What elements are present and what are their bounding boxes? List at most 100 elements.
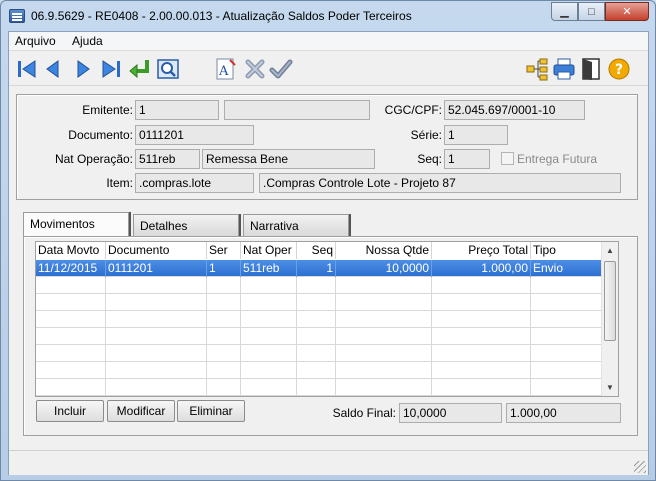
table-cell[interactable]	[531, 311, 603, 328]
cgc-field[interactable]: 52.045.697/0001-10	[444, 100, 585, 120]
seq-field[interactable]: 1	[444, 149, 490, 169]
minimize-button[interactable]: ▁	[551, 2, 578, 21]
table-cell[interactable]	[36, 277, 106, 294]
table-cell[interactable]	[297, 362, 336, 379]
table-cell[interactable]: 0111201	[106, 260, 207, 277]
table-cell[interactable]	[336, 345, 432, 362]
col-header-nat-oper[interactable]: Nat Oper	[241, 242, 297, 259]
table-cell[interactable]	[36, 362, 106, 379]
tree-icon[interactable]	[525, 57, 549, 81]
title-bar[interactable]: 06.9.5629 - RE0408 - 2.00.00.013 - Atual…	[1, 1, 655, 31]
table-cell[interactable]	[207, 379, 241, 396]
incluir-button[interactable]: Incluir	[36, 400, 104, 422]
table-cell[interactable]	[531, 345, 603, 362]
table-cell[interactable]	[36, 379, 106, 396]
col-header-documento[interactable]: Documento	[106, 242, 207, 259]
table-cell[interactable]	[207, 328, 241, 345]
cancel-icon[interactable]	[243, 57, 267, 81]
table-cell[interactable]	[241, 345, 297, 362]
scroll-down-icon[interactable]: ▼	[602, 379, 618, 396]
table-cell[interactable]	[531, 328, 603, 345]
table-cell[interactable]	[207, 362, 241, 379]
table-cell[interactable]	[36, 328, 106, 345]
tab-detalhes[interactable]: Detalhes	[133, 214, 239, 236]
table-cell[interactable]	[241, 379, 297, 396]
table-cell[interactable]	[336, 311, 432, 328]
nat-operacao-field[interactable]: 511reb	[135, 149, 200, 169]
saldo-total-field[interactable]: 1.000,00	[506, 403, 621, 423]
table-cell[interactable]	[36, 311, 106, 328]
table-cell[interactable]	[531, 379, 603, 396]
emitente-field[interactable]: 1	[135, 100, 219, 120]
eliminar-button[interactable]: Eliminar	[177, 400, 245, 422]
table-cell[interactable]	[297, 277, 336, 294]
grid-scrollbar[interactable]: ▲ ▼	[601, 242, 618, 396]
prev-record-icon[interactable]	[41, 57, 65, 81]
table-cell[interactable]	[297, 345, 336, 362]
table-cell[interactable]	[207, 277, 241, 294]
table-cell[interactable]	[432, 294, 531, 311]
maximize-button[interactable]: □	[578, 2, 605, 21]
print-icon[interactable]	[552, 57, 576, 81]
table-cell[interactable]: 1	[297, 260, 336, 277]
table-cell[interactable]: 11/12/2015	[36, 260, 106, 277]
table-cell[interactable]	[297, 311, 336, 328]
table-cell[interactable]	[432, 328, 531, 345]
last-record-icon[interactable]	[99, 57, 123, 81]
saldo-qtde-field[interactable]: 10,0000	[399, 403, 502, 423]
table-cell[interactable]	[432, 311, 531, 328]
table-cell[interactable]	[241, 277, 297, 294]
table-cell[interactable]	[336, 294, 432, 311]
return-icon[interactable]	[127, 57, 151, 81]
table-cell[interactable]	[336, 379, 432, 396]
table-cell[interactable]: 10,0000	[336, 260, 432, 277]
table-row[interactable]	[36, 328, 603, 345]
col-header-preco-total[interactable]: Preço Total	[432, 242, 531, 259]
table-cell[interactable]	[241, 294, 297, 311]
table-cell[interactable]	[432, 345, 531, 362]
table-cell[interactable]	[432, 379, 531, 396]
confirm-icon[interactable]	[269, 57, 293, 81]
scroll-up-icon[interactable]: ▲	[602, 242, 618, 259]
close-button[interactable]: ✕	[605, 2, 649, 21]
tab-movimentos[interactable]: Movimentos	[23, 212, 129, 236]
table-cell[interactable]	[106, 379, 207, 396]
col-header-seq[interactable]: Seq	[297, 242, 336, 259]
first-record-icon[interactable]	[15, 57, 39, 81]
table-row[interactable]	[36, 294, 603, 311]
table-cell[interactable]	[106, 277, 207, 294]
table-cell[interactable]	[336, 277, 432, 294]
table-cell[interactable]	[241, 328, 297, 345]
col-header-tipo[interactable]: Tipo	[531, 242, 603, 259]
table-row[interactable]: 11/12/2015 0111201 1 511reb 1 10,0000 1.000,00…	[36, 260, 603, 277]
table-cell[interactable]	[336, 362, 432, 379]
serie-field[interactable]: 1	[444, 125, 508, 145]
table-cell[interactable]: 1	[207, 260, 241, 277]
table-cell[interactable]	[297, 294, 336, 311]
table-cell[interactable]	[36, 294, 106, 311]
table-cell[interactable]	[106, 362, 207, 379]
movimentos-grid[interactable]: Data Movto Documento Ser Nat Oper Seq No…	[35, 241, 619, 397]
col-header-ser[interactable]: Ser	[207, 242, 241, 259]
table-cell[interactable]: 511reb	[241, 260, 297, 277]
table-row[interactable]	[36, 379, 603, 396]
table-cell[interactable]	[106, 328, 207, 345]
modificar-button[interactable]: Modificar	[107, 400, 175, 422]
table-row[interactable]	[36, 345, 603, 362]
table-cell[interactable]	[336, 328, 432, 345]
help-icon[interactable]: ?	[607, 57, 631, 81]
tab-narrativa[interactable]: Narrativa	[243, 214, 349, 236]
item-field[interactable]: .compras.lote	[135, 173, 254, 193]
zoom-icon[interactable]	[156, 57, 180, 81]
menu-ajuda[interactable]: Ajuda	[72, 34, 103, 48]
table-cell[interactable]	[432, 362, 531, 379]
table-cell[interactable]	[106, 311, 207, 328]
scroll-thumb[interactable]	[604, 261, 616, 341]
table-cell[interactable]	[36, 345, 106, 362]
exit-icon[interactable]	[579, 57, 603, 81]
table-cell[interactable]	[531, 362, 603, 379]
table-row[interactable]	[36, 362, 603, 379]
table-cell[interactable]	[241, 362, 297, 379]
table-cell[interactable]: 1.000,00	[432, 260, 531, 277]
font-icon[interactable]: A	[214, 57, 238, 81]
